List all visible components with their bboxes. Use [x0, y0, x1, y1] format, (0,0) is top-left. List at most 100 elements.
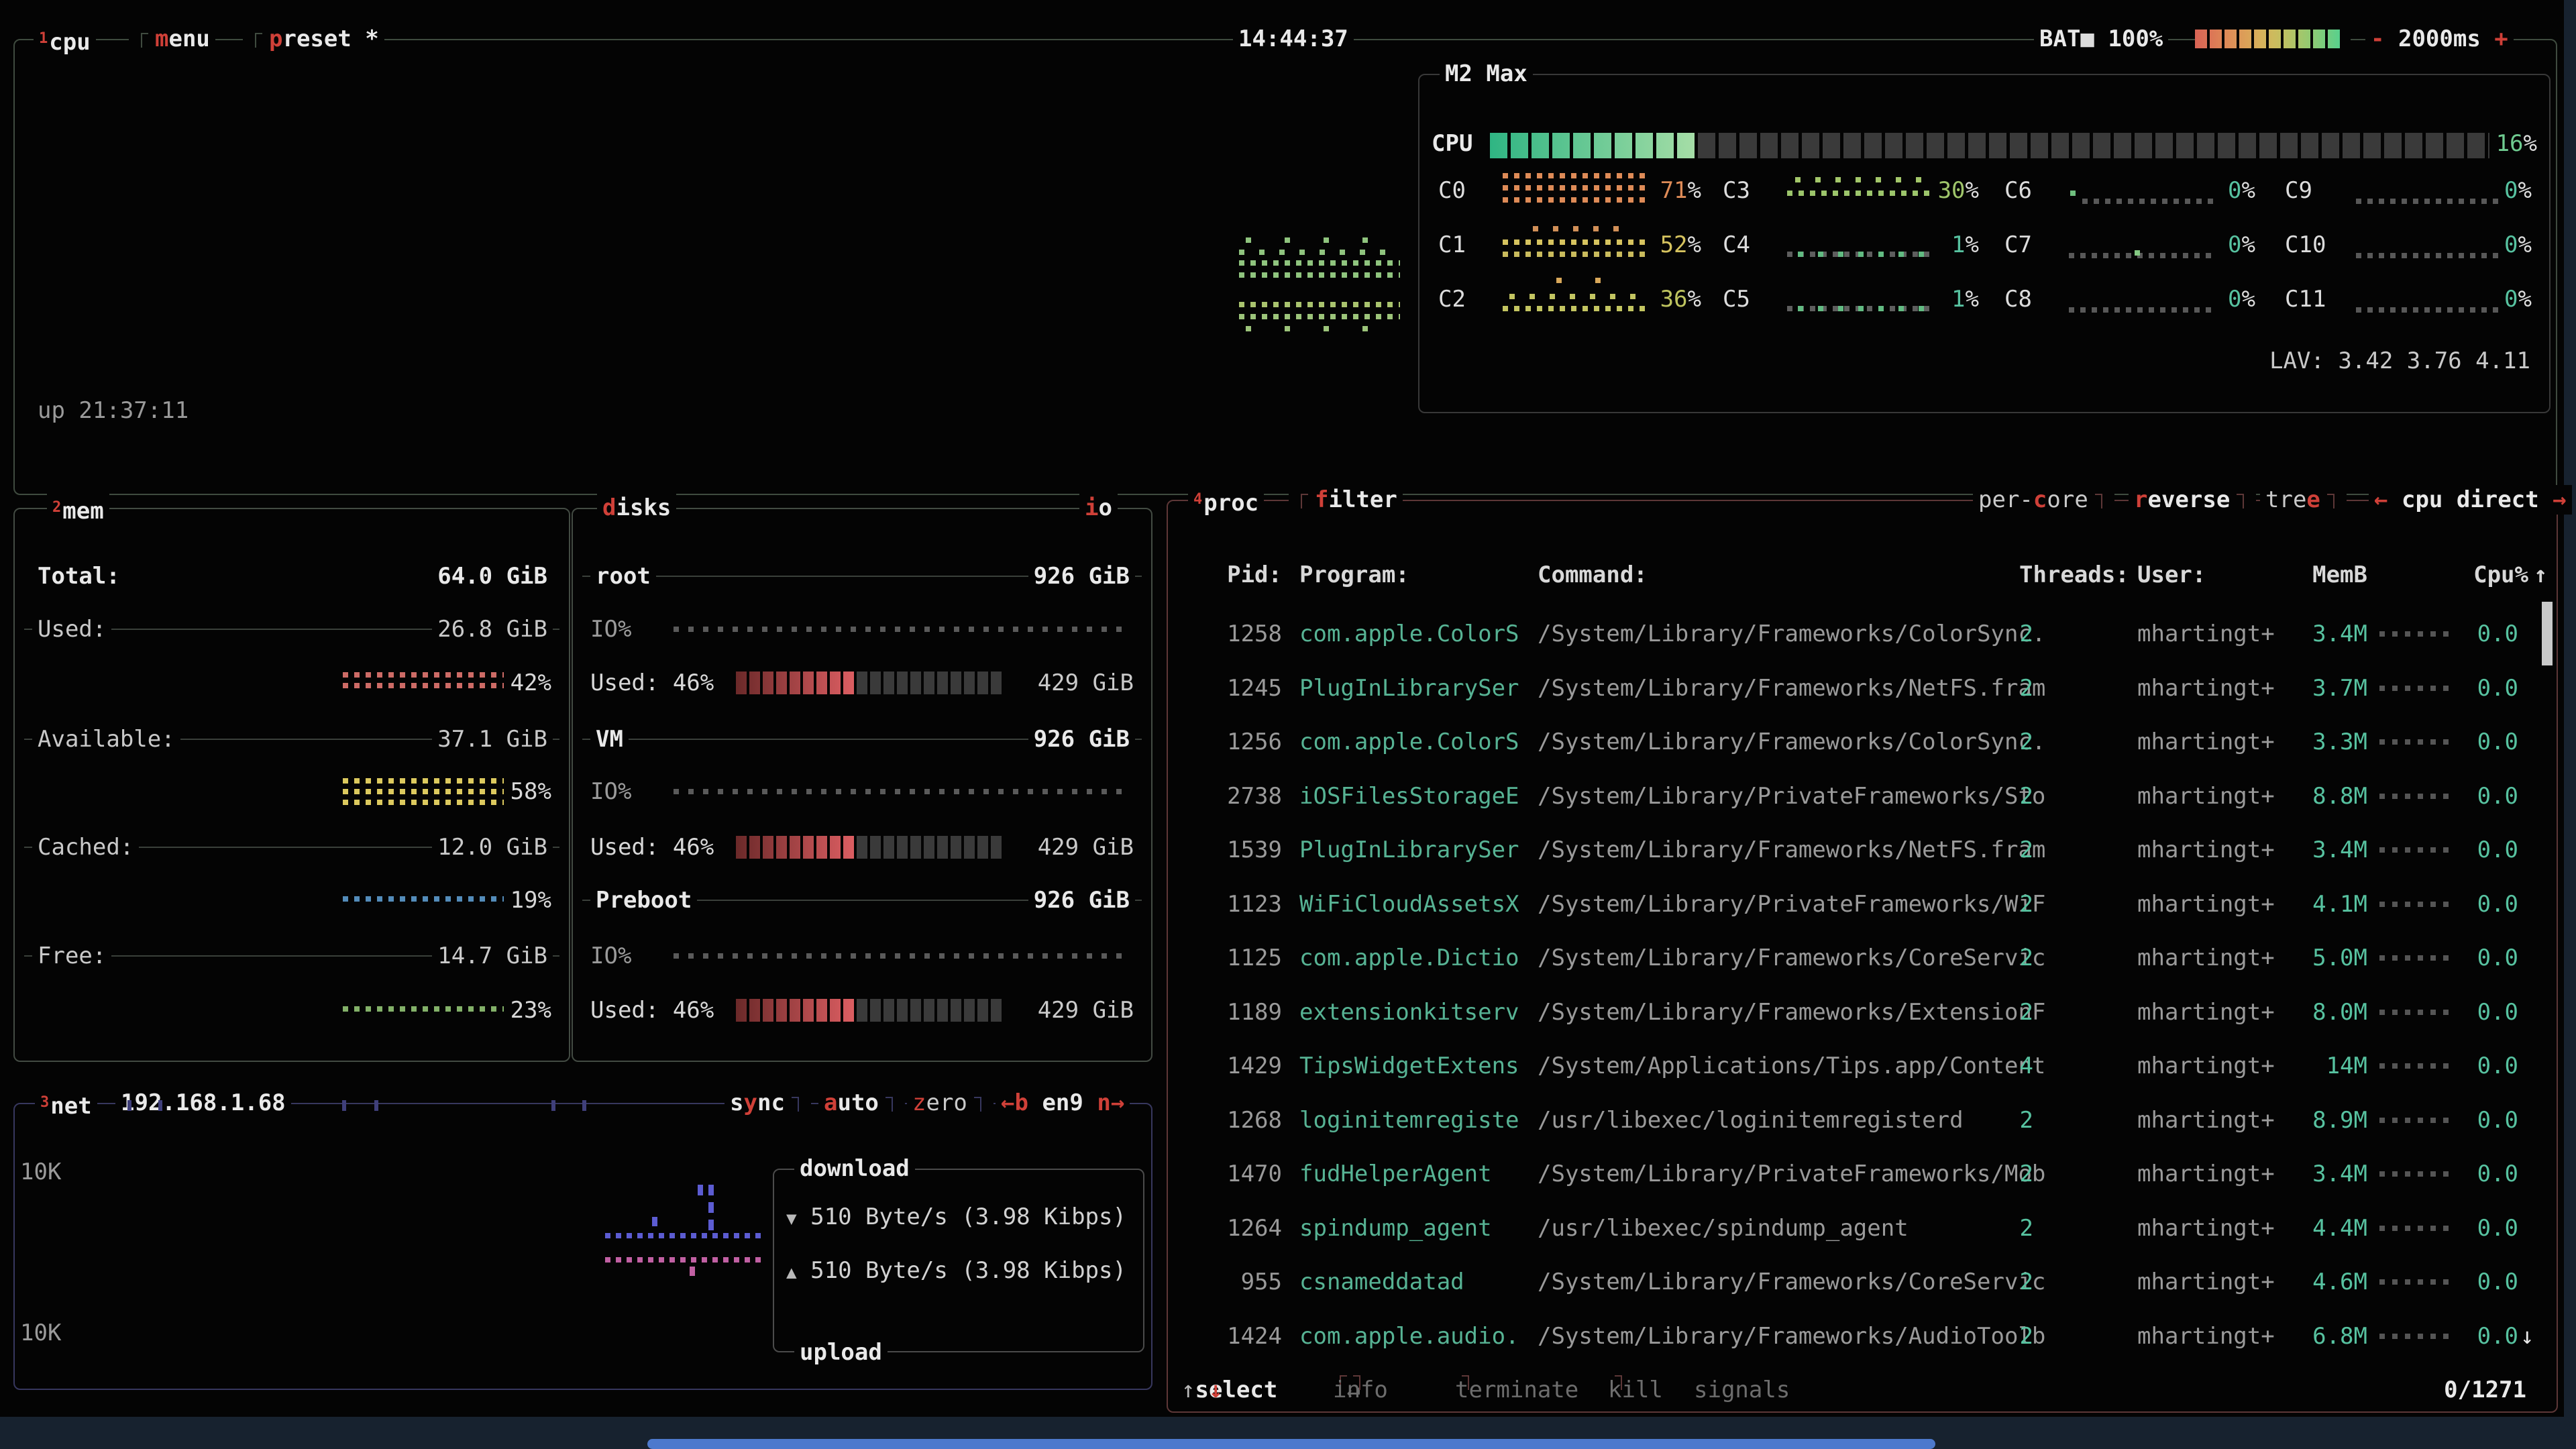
battery-meter-fill	[2195, 30, 2340, 48]
proc-percore-button[interactable]: per-core	[1973, 485, 2114, 515]
header-user[interactable]: User:	[2137, 560, 2206, 590]
table-row[interactable]: 1268loginitemregiste/usr/libexec/loginit…	[1168, 1106, 2557, 1135]
cpu-total-row: CPU	[1432, 129, 1472, 158]
disks-box-title[interactable]: disks	[597, 493, 676, 523]
net-prev-interface-button[interactable]: ←b	[1001, 1089, 1028, 1116]
process-cpu: 0.0	[2436, 619, 2518, 649]
net-zero-button[interactable]: zero	[907, 1088, 994, 1118]
mem-cached-percent: 19%	[511, 885, 551, 915]
disk-used-meter	[736, 672, 1004, 694]
table-row[interactable]: 1258com.apple.ColorS/System/Library/Fram…	[1168, 619, 2557, 649]
mem-cached-row: Cached: 12.0 GiB	[24, 833, 559, 862]
disk-used-size: 429 GiB	[1038, 833, 1134, 862]
sort-prev-button[interactable]: ←	[2374, 486, 2387, 513]
table-row[interactable]: 955csnameddatad/System/Library/Framework…	[1168, 1267, 2557, 1297]
table-row[interactable]: 2738iOSFilesStorageE/System/Library/Priv…	[1168, 782, 2557, 811]
upload-arrow-icon: ▲	[786, 1263, 797, 1283]
header-cpu[interactable]: Cpu%	[2436, 560, 2528, 590]
core-percent: 0%	[2471, 284, 2532, 314]
core-row: C6 0%	[2004, 176, 2254, 205]
process-cpu: 0.0	[2436, 1322, 2518, 1351]
process-cpu: 0.0	[2436, 674, 2518, 703]
header-command[interactable]: Command:	[1538, 560, 1648, 590]
mem-available-row: Available: 37.1 GiB	[24, 724, 559, 754]
proc-footer: ↑ select ↓ info ↵ terminate kill signals…	[1168, 1375, 2557, 1405]
scroll-down-icon[interactable]: ↓	[2520, 1322, 2534, 1351]
core-row: C3 30%	[1723, 176, 1978, 205]
net-upload-speed: ▲ 510 Byte/s (3.98 Kibps)	[786, 1256, 1126, 1285]
tab-bracket	[141, 33, 148, 48]
table-row[interactable]: 1125com.apple.Dictio/System/Library/Fram…	[1168, 943, 2557, 973]
interval-increase-button[interactable]: +	[2494, 25, 2508, 52]
disk-io-label: IO%	[590, 941, 631, 971]
core-row: C0 71%	[1438, 176, 1701, 205]
table-row[interactable]: 1256com.apple.ColorS/System/Library/Fram…	[1168, 727, 2557, 757]
mem-used-percent: 42%	[511, 668, 551, 698]
select-control[interactable]: ↑ select ↓	[1181, 1375, 1209, 1405]
select-down-icon[interactable]: ↓	[1209, 1375, 1222, 1405]
tab-bracket	[885, 1097, 893, 1112]
process-threads: 2	[1960, 1214, 2033, 1243]
process-pid: 2738	[1208, 782, 1282, 811]
header-threads[interactable]: Threads:	[2019, 560, 2129, 590]
sort-next-button[interactable]: →	[2553, 486, 2566, 513]
preset-button[interactable]: preset *	[243, 24, 384, 54]
table-row[interactable]: 1470fudHelperAgent/System/Library/Privat…	[1168, 1159, 2557, 1189]
disk-used-size: 429 GiB	[1038, 668, 1134, 698]
mem-cached-graph	[343, 895, 504, 904]
core-percent: 71%	[1640, 176, 1701, 205]
download-arrow-icon: ▼	[786, 1209, 797, 1229]
mem-label: Used:	[32, 614, 111, 644]
mem-used-graph	[343, 671, 504, 691]
battery-icon: ■	[2080, 25, 2094, 52]
uptime-label: up 21:37:11	[38, 396, 189, 425]
table-row[interactable]: 1189extensionkitserv/System/Library/Fram…	[1168, 998, 2557, 1027]
net-auto-button[interactable]: auto	[818, 1088, 905, 1118]
core-graph	[1787, 275, 1931, 315]
table-row[interactable]: 1539PlugInLibrarySer/System/Library/Fram…	[1168, 835, 2557, 865]
process-mem: 8.0M	[2214, 998, 2367, 1027]
disks-io-tab[interactable]: io	[1079, 493, 1118, 523]
process-cpu: 0.0	[2436, 1267, 2518, 1297]
net-next-interface-button[interactable]: n→	[1097, 1089, 1124, 1116]
proc-filter-button[interactable]: filter	[1289, 485, 1403, 515]
table-row[interactable]: 1123WiFiCloudAssetsX/System/Library/Priv…	[1168, 890, 2557, 919]
process-mem: 8.9M	[2214, 1106, 2367, 1135]
process-pid: 955	[1208, 1267, 1282, 1297]
process-threads: 2	[1960, 782, 2033, 811]
header-mem[interactable]: MemB	[2214, 560, 2367, 590]
tab-bracket	[1462, 1375, 1469, 1390]
process-cpu: 0.0	[2436, 835, 2518, 865]
core-row: C4 1%	[1723, 230, 1978, 260]
table-row[interactable]: 1429TipsWidgetExtens/System/Applications…	[1168, 1051, 2557, 1081]
proc-tree-button[interactable]: tree	[2260, 485, 2347, 515]
process-mem: 4.1M	[2214, 890, 2367, 919]
core-label: C10	[2285, 231, 2326, 258]
core-row: C7 0%	[2004, 230, 2254, 260]
interval-decrease-button[interactable]: -	[2371, 25, 2384, 52]
header-program[interactable]: Program:	[1299, 560, 1409, 590]
mem-box-title[interactable]: 2mem	[47, 493, 109, 526]
proc-reverse-button[interactable]: reverse	[2129, 485, 2256, 515]
process-cpu: 0.0	[2436, 1051, 2518, 1081]
proc-box-title[interactable]: 4proc	[1188, 485, 1264, 518]
process-pid: 1245	[1208, 674, 1282, 703]
info-button[interactable]: info ↵	[1333, 1375, 1346, 1405]
process-threads: 2	[1960, 943, 2033, 973]
disk-name: Preboot	[590, 885, 697, 915]
tab-bracket	[974, 1097, 981, 1112]
table-row[interactable]: 1264spindump_agent/usr/libexec/spindump_…	[1168, 1214, 2557, 1243]
header-pid[interactable]: Pid:	[1208, 560, 1282, 590]
core-percent: 30%	[1917, 176, 1979, 205]
menu-button[interactable]: menu	[129, 24, 215, 54]
select-up-icon[interactable]: ↑	[1181, 1375, 1195, 1405]
core-graph	[2069, 221, 2213, 261]
table-row[interactable]: 1245PlugInLibrarySer/System/Library/Fram…	[1168, 674, 2557, 703]
cpu-total-meter	[1490, 133, 2489, 158]
table-row[interactable]: 1424com.apple.audio./System/Library/Fram…	[1168, 1322, 2557, 1351]
process-mem: 4.4M	[2214, 1214, 2367, 1243]
process-cpu: 0.0	[2436, 727, 2518, 757]
cpu-box-title[interactable]: 1cpu	[34, 24, 96, 57]
core-label: C8	[2004, 286, 2032, 313]
core-graph	[1503, 221, 1647, 261]
